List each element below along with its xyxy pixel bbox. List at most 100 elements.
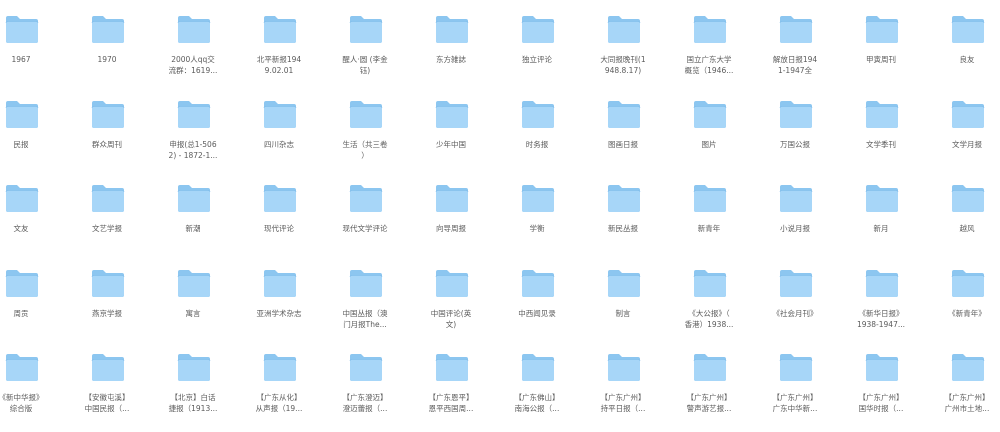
- folder-item[interactable]: 【广东从化】 从声报（19...: [239, 352, 319, 432]
- folder-label: 亚洲学术杂志: [256, 308, 302, 318]
- folder-item[interactable]: 国立广东大学 概览（1946...: [669, 14, 749, 94]
- folder-item[interactable]: 《社会月刊》: [755, 268, 835, 348]
- folder-icon: [263, 14, 297, 44]
- folder-icon: [779, 268, 813, 298]
- folder-item[interactable]: 向导周报: [411, 183, 491, 263]
- folder-item[interactable]: 1970: [67, 14, 147, 94]
- folder-item[interactable]: 良友: [927, 14, 1000, 94]
- folder-item[interactable]: 《新华日报》 1938-1947...: [841, 268, 921, 348]
- folder-item[interactable]: 群众周刊: [67, 99, 147, 179]
- folder-icon: [865, 268, 899, 298]
- folder-icon: [263, 99, 297, 129]
- folder-item[interactable]: 2000人qq交 流群：1619...: [153, 14, 233, 94]
- folder-label: 【广东广州】 广州市土地...: [944, 393, 990, 413]
- folder-icon: [607, 268, 641, 298]
- folder-item[interactable]: 民报: [0, 99, 61, 179]
- folder-item[interactable]: 《大公报》（ 香港）1938...: [669, 268, 749, 348]
- folder-item[interactable]: 文学季刊: [841, 99, 921, 179]
- folder-item[interactable]: 文学月报: [927, 99, 1000, 179]
- folder-item[interactable]: 新月: [841, 183, 921, 263]
- folder-icon: [349, 14, 383, 44]
- folder-icon: [435, 14, 469, 44]
- folder-label: 越风: [959, 224, 975, 233]
- folder-label: 醒人·圆 (李金 钰): [342, 55, 388, 75]
- folder-item[interactable]: 图片: [669, 99, 749, 179]
- folder-icon: [865, 14, 899, 44]
- folder-icon: [607, 183, 641, 213]
- folder-item[interactable]: 燕京学报: [67, 268, 147, 348]
- folder-label: 东方雑誌: [436, 55, 466, 64]
- folder-icon: [5, 268, 39, 298]
- folder-icon: [5, 183, 39, 213]
- folder-item[interactable]: 【广东广州】 国华时报（...: [841, 352, 921, 432]
- folder-item[interactable]: 1967: [0, 14, 61, 94]
- folder-item[interactable]: 寓言: [153, 268, 233, 348]
- folder-item[interactable]: 《新青年》: [927, 268, 1000, 348]
- folder-icon: [263, 268, 297, 298]
- folder-item[interactable]: 【广东广州】 广州市土地...: [927, 352, 1000, 432]
- folder-item[interactable]: 醒人·圆 (李金 钰): [325, 14, 405, 94]
- folder-label: 小说月报: [780, 224, 810, 233]
- folder-item[interactable]: 中西闻见录: [497, 268, 577, 348]
- folder-item[interactable]: 越风: [927, 183, 1000, 263]
- folder-label: 良友: [959, 55, 975, 64]
- folder-label: 四川杂志: [264, 139, 294, 149]
- folder-item[interactable]: 解放日报194 1-1947全: [755, 14, 835, 94]
- folder-item[interactable]: 申报(总1-506 2) - 1872-1...: [153, 99, 233, 179]
- folder-icon: [521, 14, 555, 44]
- folder-item[interactable]: 少年中国: [411, 99, 491, 179]
- folder-item[interactable]: 大同报晚刊(1 948.8.17): [583, 14, 663, 94]
- folder-item[interactable]: 东方雑誌: [411, 14, 491, 94]
- folder-item[interactable]: 【广东澄迈】 澄迈蕾报（...: [325, 352, 405, 432]
- folder-item[interactable]: 新民丛报: [583, 183, 663, 263]
- folder-item[interactable]: 现代评论: [239, 183, 319, 263]
- folder-item[interactable]: 《新中华报》 综合版: [0, 352, 61, 432]
- folder-icon: [349, 268, 383, 298]
- folder-item[interactable]: 制言: [583, 268, 663, 348]
- folder-item[interactable]: 万国公报: [755, 99, 835, 179]
- folder-item[interactable]: 周贡: [0, 268, 61, 348]
- folder-label: 万国公报: [780, 139, 810, 149]
- folder-item[interactable]: 【广东广州】 警声游艺报...: [669, 352, 749, 432]
- folder-item[interactable]: 新潮: [153, 183, 233, 263]
- folder-item[interactable]: 【广东广州】 广东中华新...: [755, 352, 835, 432]
- folder-item[interactable]: 四川杂志: [239, 99, 319, 179]
- folder-item[interactable]: 独立评论: [497, 14, 577, 94]
- folder-item[interactable]: 现代文学评论: [325, 183, 405, 263]
- folder-label: 【广东佛山】 南海公报（...: [514, 393, 560, 413]
- folder-icon: [435, 99, 469, 129]
- folder-icon: [91, 268, 125, 298]
- folder-item[interactable]: 亚洲学术杂志: [239, 268, 319, 348]
- folder-icon: [693, 352, 727, 382]
- folder-icon: [521, 352, 555, 382]
- folder-icon: [951, 183, 985, 213]
- folder-item[interactable]: 【广东广州】 持平日报（...: [583, 352, 663, 432]
- folder-item[interactable]: 中国评论(英 文): [411, 268, 491, 348]
- folder-label: 【广东澄迈】 澄迈蕾报（...: [342, 393, 388, 413]
- folder-item[interactable]: 文艺学报: [67, 183, 147, 263]
- folder-item[interactable]: 小说月报: [755, 183, 835, 263]
- folder-icon: [951, 99, 985, 129]
- folder-item[interactable]: 生活（共三卷 ）: [325, 99, 405, 179]
- folder-icon: [865, 183, 899, 213]
- folder-item[interactable]: 图画日报: [583, 99, 663, 179]
- folder-item[interactable]: 【广东恩平】 恩平西国周...: [411, 352, 491, 432]
- folder-item[interactable]: 【广东佛山】 南海公报（...: [497, 352, 577, 432]
- folder-item[interactable]: 学衡: [497, 183, 577, 263]
- folder-icon: [951, 268, 985, 298]
- folder-item[interactable]: 甲寅周刊: [841, 14, 921, 94]
- folder-icon: [91, 352, 125, 382]
- folder-label: 《大公报》（ 香港）1938...: [684, 308, 734, 329]
- folder-item[interactable]: 【安徽屯溪】 中国民报（...: [67, 352, 147, 432]
- folder-icon: [779, 352, 813, 382]
- folder-item[interactable]: 北平新报194 9.02.01: [239, 14, 319, 94]
- folder-label: 《新华日报》 1938-1947...: [856, 308, 906, 329]
- folder-item[interactable]: 中国丛报（澳 门月报The...: [325, 268, 405, 348]
- folder-icon: [521, 268, 555, 298]
- folder-item[interactable]: 文友: [0, 183, 61, 263]
- folder-item[interactable]: 时务报: [497, 99, 577, 179]
- folder-label: 文学季刊: [866, 139, 896, 149]
- folder-item[interactable]: 新青年: [669, 183, 749, 263]
- folder-label: 《新中华报》 综合版: [0, 393, 44, 413]
- folder-item[interactable]: 【北京】白话 捷报（1913...: [153, 352, 233, 432]
